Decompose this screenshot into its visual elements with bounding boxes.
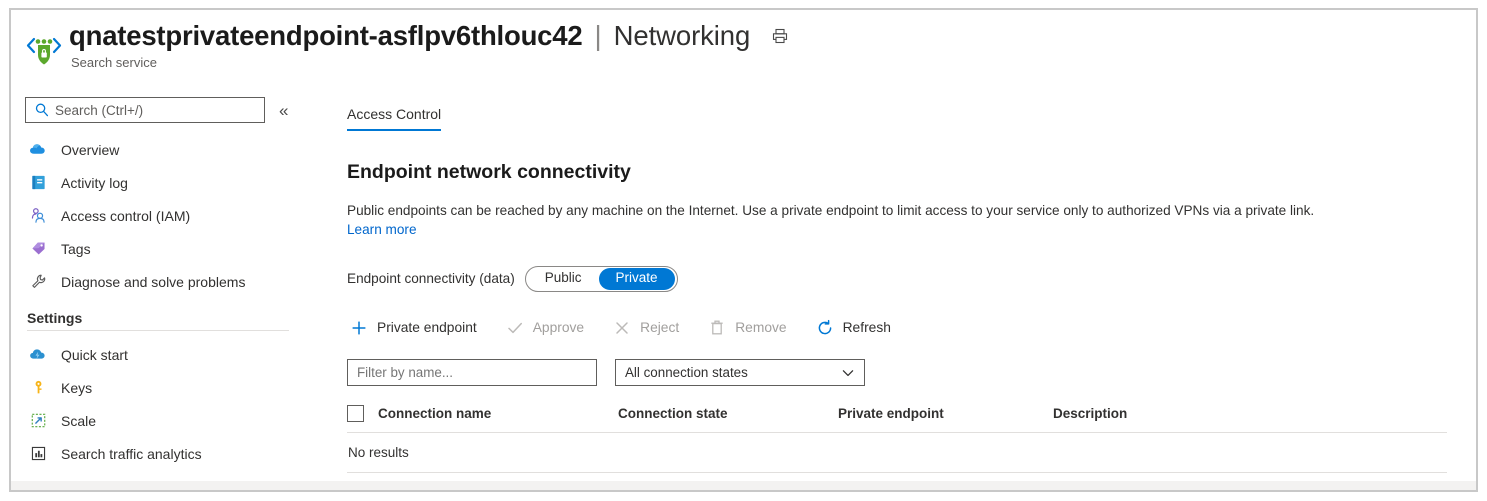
sidebar-item-label: Access control (IAM) xyxy=(61,208,190,224)
search-input-wrapper[interactable] xyxy=(25,97,265,123)
sidebar-search-row: « xyxy=(25,97,323,123)
toggle-option-public[interactable]: Public xyxy=(528,268,599,290)
sidebar-item-label: Search traffic analytics xyxy=(61,446,202,462)
cross-icon xyxy=(612,318,632,338)
azure-search-service-private-icon xyxy=(24,25,64,69)
sidebar-item-overview[interactable]: Overview xyxy=(25,133,323,166)
sidebar-item-quick-start[interactable]: Quick start xyxy=(25,338,323,371)
refresh-icon xyxy=(815,318,835,338)
checkbox-unchecked-icon[interactable] xyxy=(347,405,364,422)
blade-header: qnatestprivateendpoint-asflpv6thlouc42 |… xyxy=(11,10,1476,84)
column-header[interactable]: Connection state xyxy=(618,406,838,421)
sidebar-item-label: Quick start xyxy=(61,347,128,363)
toolbar-label: Remove xyxy=(735,320,786,335)
search-input[interactable] xyxy=(26,102,264,119)
sidebar-item-label: Keys xyxy=(61,380,92,396)
filter-row: All connection states xyxy=(347,359,1446,386)
people-icon xyxy=(27,206,49,226)
print-icon[interactable] xyxy=(768,24,792,48)
chevron-down-icon xyxy=(841,366,855,380)
toggle-option-private[interactable]: Private xyxy=(599,268,675,290)
toolbar-label: Refresh xyxy=(843,320,891,335)
column-header[interactable]: Connection name xyxy=(378,406,618,421)
page-title-block: qnatestprivateendpoint-asflpv6thlouc42 |… xyxy=(69,20,792,70)
sidebar-item-access-control[interactable]: Access control (IAM) xyxy=(25,199,323,232)
learn-more-link[interactable]: Learn more xyxy=(347,222,417,237)
endpoint-connectivity-row: Endpoint connectivity (data) Public Priv… xyxy=(347,266,1446,292)
blade-main-content: Access Control Endpoint network connecti… xyxy=(323,84,1476,490)
section-title: Endpoint network connectivity xyxy=(347,161,1446,184)
sidebar-section-header-settings: Settings xyxy=(25,310,323,326)
private-endpoint-button[interactable]: Private endpoint xyxy=(347,314,491,342)
resource-name: qnatestprivateendpoint-asflpv6thlouc42 xyxy=(69,20,582,52)
approve-button: Approve xyxy=(503,314,598,342)
sidebar-item-label: Overview xyxy=(61,142,119,158)
sidebar-item-label: Scale xyxy=(61,413,96,429)
cloud-icon xyxy=(27,140,49,160)
sidebar-item-activity-log[interactable]: Activity log xyxy=(25,166,323,199)
page-name: Networking xyxy=(614,20,751,52)
sidebar-item-search-traffic-analytics[interactable]: Search traffic analytics xyxy=(25,437,323,470)
command-toolbar: Private endpoint Approve Reject xyxy=(347,314,1446,342)
bottom-scroll-strip[interactable] xyxy=(11,481,1476,490)
tag-icon xyxy=(27,239,49,259)
resource-subtitle: Search service xyxy=(71,55,792,70)
tab-access-control[interactable]: Access Control xyxy=(347,106,441,131)
toolbar-label: Reject xyxy=(640,320,679,335)
activity-log-icon xyxy=(27,173,49,193)
checkmark-icon xyxy=(505,318,525,338)
sidebar-item-label: Tags xyxy=(61,241,91,257)
connection-state-value: All connection states xyxy=(625,365,748,380)
connections-table: Connection name Connection state Private… xyxy=(347,403,1447,473)
sidebar-item-diagnose[interactable]: Diagnose and solve problems xyxy=(25,265,323,298)
reject-button: Reject xyxy=(610,314,693,342)
collapse-sidebar-icon[interactable]: « xyxy=(279,102,288,119)
sidebar-item-label: Diagnose and solve problems xyxy=(61,274,245,290)
endpoint-connectivity-toggle[interactable]: Public Private xyxy=(525,266,678,292)
column-header[interactable]: Description xyxy=(1053,406,1273,421)
sidebar-nav-list: Overview Activity log xyxy=(25,133,323,470)
sidebar-item-tags[interactable]: Tags xyxy=(25,232,323,265)
endpoint-connectivity-label: Endpoint connectivity (data) xyxy=(347,271,515,286)
quick-start-cloud-icon xyxy=(27,345,49,365)
column-header[interactable]: Private endpoint xyxy=(838,406,1053,421)
table-empty-row: No results xyxy=(347,433,1447,473)
search-icon xyxy=(34,102,50,118)
filter-by-name-input[interactable] xyxy=(347,359,597,386)
remove-button: Remove xyxy=(705,314,800,342)
toolbar-label: Approve xyxy=(533,320,584,335)
no-results-text: No results xyxy=(348,445,409,460)
connection-state-select[interactable]: All connection states xyxy=(615,359,865,386)
refresh-button[interactable]: Refresh xyxy=(813,314,905,342)
key-icon xyxy=(27,378,49,398)
analytics-icon xyxy=(27,444,49,464)
portal-blade-frame: qnatestprivateendpoint-asflpv6thlouc42 |… xyxy=(9,8,1478,492)
wrench-icon xyxy=(27,272,49,292)
tab-bar: Access Control xyxy=(347,106,1446,131)
trash-icon xyxy=(707,318,727,338)
toolbar-label: Private endpoint xyxy=(377,320,477,335)
sidebar-item-label: Activity log xyxy=(61,175,128,191)
sidebar-item-scale[interactable]: Scale xyxy=(25,404,323,437)
scale-icon xyxy=(27,411,49,431)
sidebar-item-keys[interactable]: Keys xyxy=(25,371,323,404)
section-description: Public endpoints can be reached by any m… xyxy=(347,201,1446,221)
plus-icon xyxy=(349,318,369,338)
table-header-row: Connection name Connection state Private… xyxy=(347,403,1447,433)
blade-sidebar: « Overview xyxy=(11,84,323,490)
title-separator: | xyxy=(594,20,601,52)
sidebar-section-divider xyxy=(27,330,289,331)
